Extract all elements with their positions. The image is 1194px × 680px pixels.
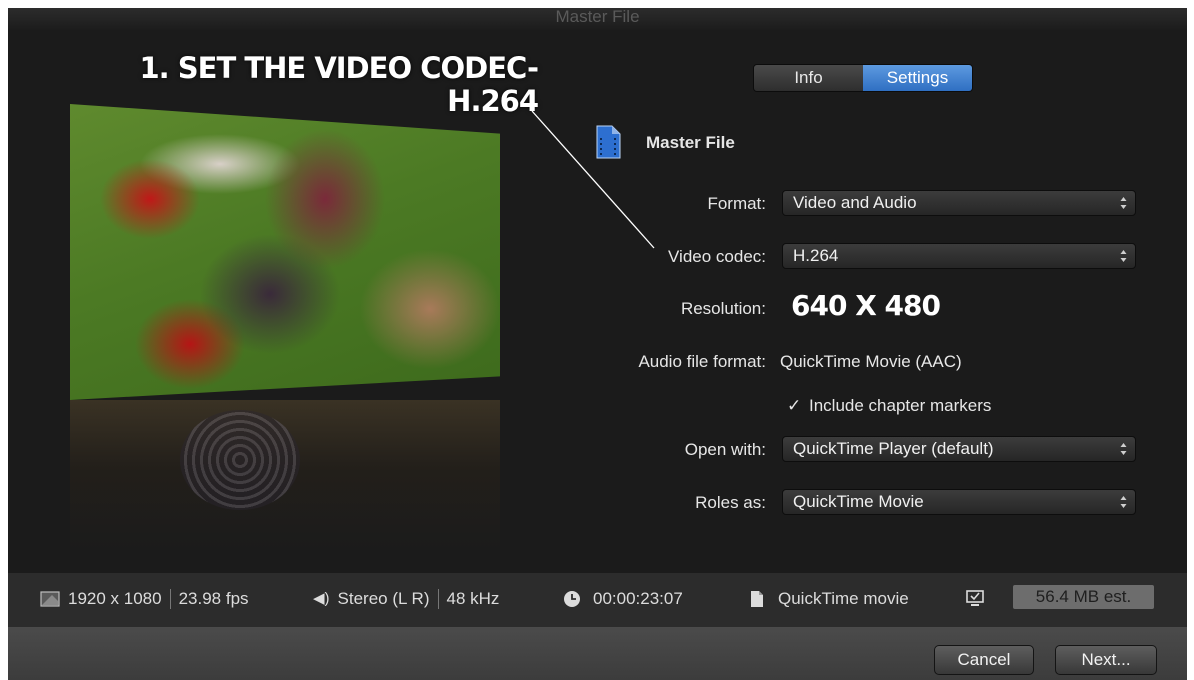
window-title: Master File <box>8 8 1187 30</box>
audio-channels: Stereo (L R) <box>337 589 430 608</box>
video-codec-popup[interactable]: H.264 <box>782 243 1136 269</box>
compatibility-icon-wrap <box>965 588 985 610</box>
file-type: QuickTime movie <box>778 589 909 608</box>
popup-arrows-icon <box>1120 197 1127 209</box>
include-chapter-markers-label: Include chapter markers <box>809 396 992 415</box>
duration: 00:00:23:07 <box>593 589 683 608</box>
open-with-label: Open with: <box>684 440 766 459</box>
preview-reflection <box>70 400 500 550</box>
open-with-value: QuickTime Player (default) <box>793 439 994 458</box>
document-icon <box>751 591 763 607</box>
annotation-line-2: H.264 <box>447 84 539 118</box>
format-popup[interactable]: Video and Audio <box>782 190 1136 216</box>
video-info: 1920 x 1080 23.98 fps <box>40 588 249 610</box>
roles-as-popup[interactable]: QuickTime Movie <box>782 489 1136 515</box>
resolution-label: Resolution: <box>680 299 766 318</box>
share-dialog-window: Master File 1. SET THE VIDEO CODEC- H.26… <box>8 8 1187 680</box>
annotation-text: 1. SET THE VIDEO CODEC- H.264 <box>128 51 540 118</box>
tab-settings[interactable]: Settings <box>863 65 972 91</box>
film-document-icon <box>594 125 622 164</box>
sample-rate: 48 kHz <box>446 589 500 608</box>
roles-as-label: Roles as: <box>695 493 766 512</box>
audio-info: ◀︎) Stereo (L R) 48 kHz <box>313 588 499 610</box>
audio-file-format-value: QuickTime Movie (AAC) <box>780 352 962 371</box>
preview-image <box>70 104 500 400</box>
format-value: Video and Audio <box>793 193 917 212</box>
annotation-line-1: 1. SET THE VIDEO CODEC- <box>139 51 540 85</box>
display-check-icon <box>966 590 984 606</box>
checkmark-icon: ✓ <box>787 396 802 415</box>
destination-title: Master File <box>646 133 735 152</box>
file-type-info: QuickTime movie <box>750 588 909 610</box>
resolution-annotation: 640 X 480 <box>791 289 941 322</box>
file-info-bar: 1920 x 1080 23.98 fps ◀︎) Stereo (L R) 4… <box>8 573 1187 627</box>
cancel-button[interactable]: Cancel <box>934 645 1034 675</box>
clock-icon <box>564 591 580 607</box>
estimated-size-badge: 56.4 MB est. <box>1013 585 1154 609</box>
speaker-icon: ◀︎) <box>313 590 330 607</box>
video-frame-icon <box>40 591 60 607</box>
divider <box>169 589 171 609</box>
next-button[interactable]: Next... <box>1055 645 1157 675</box>
format-label: Format: <box>707 194 766 213</box>
video-codec-value: H.264 <box>793 246 839 265</box>
audio-file-format-label: Audio file format: <box>638 352 766 371</box>
popup-arrows-icon <box>1120 496 1127 508</box>
include-chapter-markers-checkbox[interactable]: ✓ Include chapter markers <box>787 396 991 416</box>
tab-info[interactable]: Info <box>754 65 863 91</box>
video-codec-label: Video codec: <box>668 247 766 266</box>
info-settings-segmented-control: Info Settings <box>753 64 973 92</box>
frame-rate: 23.98 fps <box>178 589 249 608</box>
open-with-popup[interactable]: QuickTime Player (default) <box>782 436 1136 462</box>
roles-as-value: QuickTime Movie <box>793 492 924 511</box>
popup-arrows-icon <box>1120 250 1127 262</box>
divider <box>437 589 439 609</box>
duration-info: 00:00:23:07 <box>563 588 683 610</box>
reflection-detail <box>180 410 300 510</box>
video-resolution: 1920 x 1080 <box>68 589 162 608</box>
popup-arrows-icon <box>1120 443 1127 455</box>
